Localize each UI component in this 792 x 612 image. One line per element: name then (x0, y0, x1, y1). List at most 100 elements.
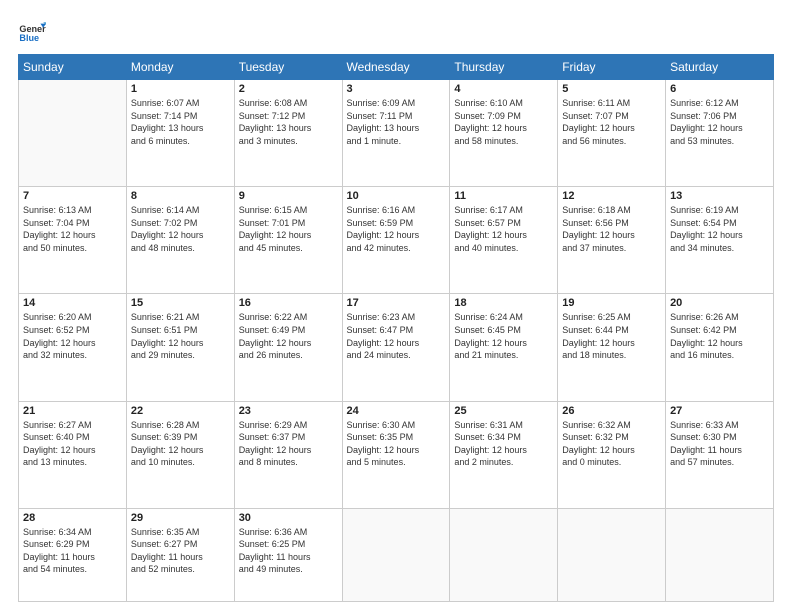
day-number: 9 (239, 190, 338, 202)
day-info: Sunrise: 6:10 AM Sunset: 7:09 PM Dayligh… (454, 97, 553, 147)
calendar-cell: 12Sunrise: 6:18 AM Sunset: 6:56 PM Dayli… (558, 187, 666, 294)
week-row-4: 28 Sunrise: 6:34 AM Sunset: 6:29 PM Dayli… (19, 508, 774, 601)
day-info: Sunrise: 6:25 AM Sunset: 6:44 PM Dayligh… (562, 311, 661, 361)
day-info: Sunrise: 6:08 AM Sunset: 7:12 PM Dayligh… (239, 97, 338, 147)
day-info: Sunrise: 6:34 AM Sunset: 6:29 PM Dayligh… (23, 526, 122, 576)
day-number: 15 (131, 297, 230, 309)
day-info: Sunrise: 6:23 AM Sunset: 6:47 PM Dayligh… (347, 311, 446, 361)
weekday-header-friday: Friday (558, 55, 666, 80)
day-info: Sunrise: 6:26 AM Sunset: 6:42 PM Dayligh… (670, 311, 769, 361)
calendar-cell (19, 80, 127, 187)
day-number: 11 (454, 190, 553, 202)
day-number: 23 (239, 405, 338, 417)
calendar-cell: 23 Sunrise: 6:29 AM Sunset: 6:37 PM Dayli… (234, 401, 342, 508)
week-row-2: 14 Sunrise: 6:20 AM Sunset: 6:52 PM Dayli… (19, 294, 774, 401)
day-number: 21 (23, 405, 122, 417)
calendar-cell: 2 Sunrise: 6:08 AM Sunset: 7:12 PM Daylig… (234, 80, 342, 187)
day-number: 13 (670, 190, 769, 202)
day-info: Sunrise: 6:35 AM Sunset: 6:27 PM Dayligh… (131, 526, 230, 576)
day-number: 29 (131, 512, 230, 524)
day-number: 1 (131, 83, 230, 95)
logo-icon: General Blue (18, 18, 46, 46)
day-number: 18 (454, 297, 553, 309)
day-number: 19 (562, 297, 661, 309)
calendar-cell (666, 508, 774, 601)
day-number: 10 (347, 190, 446, 202)
calendar-cell: 21Sunrise: 6:27 AM Sunset: 6:40 PM Dayli… (19, 401, 127, 508)
day-info: Sunrise: 6:29 AM Sunset: 6:37 PM Dayligh… (239, 419, 338, 469)
day-info: Sunrise: 6:15 AM Sunset: 7:01 PM Dayligh… (239, 204, 338, 254)
calendar-cell: 7 Sunrise: 6:13 AM Sunset: 7:04 PM Daylig… (19, 187, 127, 294)
day-info: Sunrise: 6:12 AM Sunset: 7:06 PM Dayligh… (670, 97, 769, 147)
day-number: 3 (347, 83, 446, 95)
day-info: Sunrise: 6:28 AM Sunset: 6:39 PM Dayligh… (131, 419, 230, 469)
day-number: 30 (239, 512, 338, 524)
calendar-cell: 17 Sunrise: 6:23 AM Sunset: 6:47 PM Dayli… (342, 294, 450, 401)
day-info: Sunrise: 6:14 AM Sunset: 7:02 PM Dayligh… (131, 204, 230, 254)
day-number: 17 (347, 297, 446, 309)
calendar-cell: 16 Sunrise: 6:22 AM Sunset: 6:49 PM Dayli… (234, 294, 342, 401)
calendar-cell: 26 Sunrise: 6:32 AM Sunset: 6:32 PM Dayli… (558, 401, 666, 508)
day-number: 8 (131, 190, 230, 202)
day-number: 28 (23, 512, 122, 524)
calendar-cell: 13 Sunrise: 6:19 AM Sunset: 6:54 PM Dayli… (666, 187, 774, 294)
logo: General Blue (18, 18, 50, 46)
calendar-cell (342, 508, 450, 601)
weekday-header-saturday: Saturday (666, 55, 774, 80)
weekday-header-wednesday: Wednesday (342, 55, 450, 80)
day-info: Sunrise: 6:32 AM Sunset: 6:32 PM Dayligh… (562, 419, 661, 469)
calendar-cell: 29 Sunrise: 6:35 AM Sunset: 6:27 PM Dayli… (126, 508, 234, 601)
calendar-cell: 14 Sunrise: 6:20 AM Sunset: 6:52 PM Dayli… (19, 294, 127, 401)
calendar-cell: 4 Sunrise: 6:10 AM Sunset: 7:09 PM Daylig… (450, 80, 558, 187)
day-number: 20 (670, 297, 769, 309)
calendar-cell: 5 Sunrise: 6:11 AM Sunset: 7:07 PM Daylig… (558, 80, 666, 187)
calendar-cell: 9 Sunrise: 6:15 AM Sunset: 7:01 PM Daylig… (234, 187, 342, 294)
calendar-cell: 28 Sunrise: 6:34 AM Sunset: 6:29 PM Dayli… (19, 508, 127, 601)
weekday-header-monday: Monday (126, 55, 234, 80)
day-info: Sunrise: 6:21 AM Sunset: 6:51 PM Dayligh… (131, 311, 230, 361)
calendar-table: SundayMondayTuesdayWednesdayThursdayFrid… (18, 54, 774, 602)
day-number: 24 (347, 405, 446, 417)
calendar-cell: 30Sunrise: 6:36 AM Sunset: 6:25 PM Dayli… (234, 508, 342, 601)
calendar-cell: 25 Sunrise: 6:31 AM Sunset: 6:34 PM Dayli… (450, 401, 558, 508)
calendar-cell: 19 Sunrise: 6:25 AM Sunset: 6:44 PM Dayli… (558, 294, 666, 401)
day-info: Sunrise: 6:33 AM Sunset: 6:30 PM Dayligh… (670, 419, 769, 469)
day-info: Sunrise: 6:16 AM Sunset: 6:59 PM Dayligh… (347, 204, 446, 254)
day-info: Sunrise: 6:09 AM Sunset: 7:11 PM Dayligh… (347, 97, 446, 147)
day-info: Sunrise: 6:22 AM Sunset: 6:49 PM Dayligh… (239, 311, 338, 361)
calendar-cell: 11 Sunrise: 6:17 AM Sunset: 6:57 PM Dayli… (450, 187, 558, 294)
day-info: Sunrise: 6:13 AM Sunset: 7:04 PM Dayligh… (23, 204, 122, 254)
calendar-cell: 6 Sunrise: 6:12 AM Sunset: 7:06 PM Daylig… (666, 80, 774, 187)
day-number: 2 (239, 83, 338, 95)
day-info: Sunrise: 6:17 AM Sunset: 6:57 PM Dayligh… (454, 204, 553, 254)
day-info: Sunrise: 6:30 AM Sunset: 6:35 PM Dayligh… (347, 419, 446, 469)
day-number: 14 (23, 297, 122, 309)
calendar-cell: 8 Sunrise: 6:14 AM Sunset: 7:02 PM Daylig… (126, 187, 234, 294)
day-number: 16 (239, 297, 338, 309)
day-number: 4 (454, 83, 553, 95)
day-info: Sunrise: 6:24 AM Sunset: 6:45 PM Dayligh… (454, 311, 553, 361)
week-row-1: 7 Sunrise: 6:13 AM Sunset: 7:04 PM Daylig… (19, 187, 774, 294)
calendar-cell: 1Sunrise: 6:07 AM Sunset: 7:14 PM Daylig… (126, 80, 234, 187)
day-number: 26 (562, 405, 661, 417)
weekday-header-sunday: Sunday (19, 55, 127, 80)
day-info: Sunrise: 6:19 AM Sunset: 6:54 PM Dayligh… (670, 204, 769, 254)
day-number: 6 (670, 83, 769, 95)
day-info: Sunrise: 6:20 AM Sunset: 6:52 PM Dayligh… (23, 311, 122, 361)
day-number: 27 (670, 405, 769, 417)
calendar-cell: 15 Sunrise: 6:21 AM Sunset: 6:51 PM Dayli… (126, 294, 234, 401)
day-info: Sunrise: 6:11 AM Sunset: 7:07 PM Dayligh… (562, 97, 661, 147)
weekday-header-tuesday: Tuesday (234, 55, 342, 80)
calendar-cell: 3 Sunrise: 6:09 AM Sunset: 7:11 PM Daylig… (342, 80, 450, 187)
day-info: Sunrise: 6:18 AM Sunset: 6:56 PM Dayligh… (562, 204, 661, 254)
day-number: 7 (23, 190, 122, 202)
header-row: SundayMondayTuesdayWednesdayThursdayFrid… (19, 55, 774, 80)
weekday-header-thursday: Thursday (450, 55, 558, 80)
day-number: 25 (454, 405, 553, 417)
svg-text:Blue: Blue (19, 33, 39, 43)
day-number: 5 (562, 83, 661, 95)
week-row-0: 1Sunrise: 6:07 AM Sunset: 7:14 PM Daylig… (19, 80, 774, 187)
day-info: Sunrise: 6:31 AM Sunset: 6:34 PM Dayligh… (454, 419, 553, 469)
calendar-cell: 18 Sunrise: 6:24 AM Sunset: 6:45 PM Dayli… (450, 294, 558, 401)
calendar-cell (450, 508, 558, 601)
